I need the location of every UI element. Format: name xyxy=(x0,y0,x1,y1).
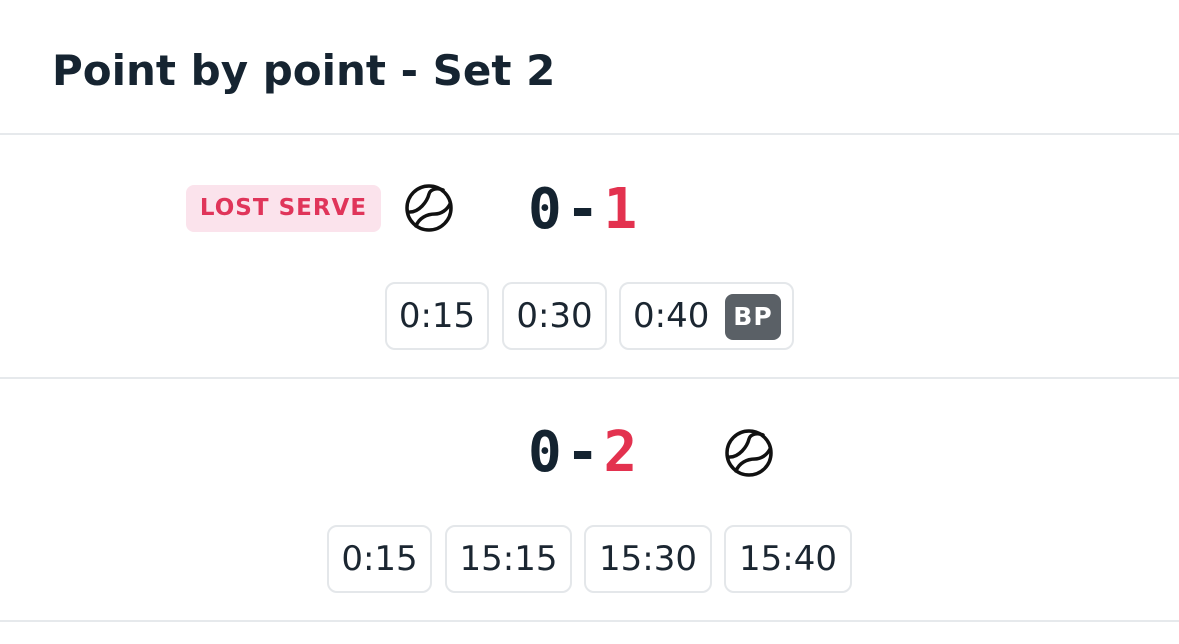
point-chip[interactable]: 15:15 xyxy=(445,525,572,593)
score-away: 1 xyxy=(603,177,638,242)
tennis-ball-icon xyxy=(405,184,453,232)
tennis-ball-icon xyxy=(725,429,773,477)
point-chip[interactable]: 0:15 xyxy=(385,282,489,350)
page-title: Point by point - Set 2 xyxy=(52,46,556,95)
header-divider xyxy=(0,133,1179,135)
lost-serve-badge: LOST SERVE xyxy=(186,185,381,232)
game-score: 0 - 1 xyxy=(528,178,637,242)
point-chip[interactable]: 15:30 xyxy=(584,525,712,593)
point-chip[interactable]: 15:40 xyxy=(724,525,852,593)
score-home: 0 xyxy=(528,420,562,485)
score-separator: - xyxy=(565,177,600,242)
game-score: 0 - 2 xyxy=(528,421,637,485)
break-point-badge: BP xyxy=(725,294,781,340)
score-separator: - xyxy=(565,420,600,485)
score-away: 2 xyxy=(603,420,638,485)
point-score: 0:40 xyxy=(633,296,710,336)
point-chip[interactable]: 0:15 xyxy=(327,525,432,593)
row-divider xyxy=(0,377,1179,379)
score-home: 0 xyxy=(528,177,562,242)
row-divider xyxy=(0,620,1179,622)
point-chip[interactable]: 0:30 xyxy=(502,282,607,350)
